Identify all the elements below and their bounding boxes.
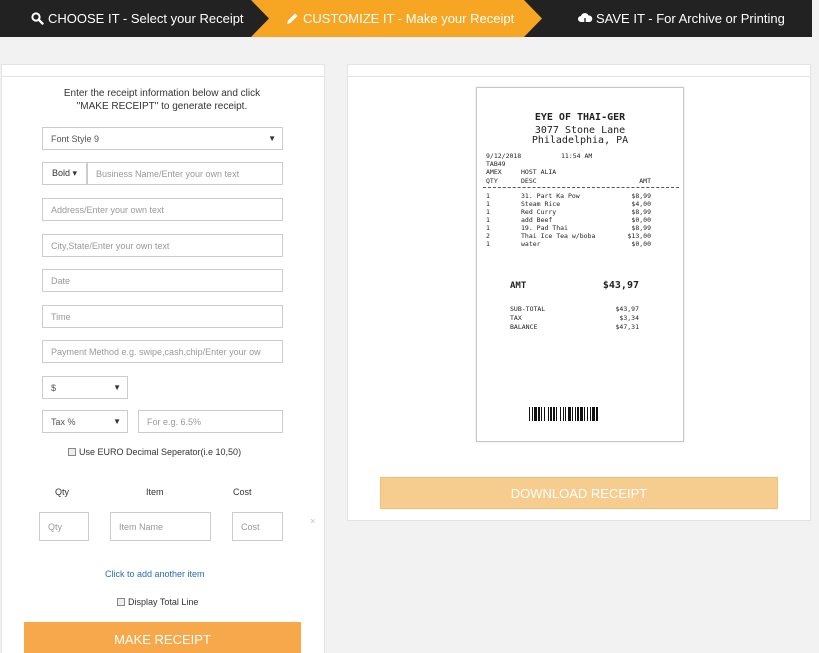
remove-item-icon[interactable]: × (310, 516, 315, 526)
city-state-input[interactable]: City,State/Enter your own text (42, 234, 283, 257)
total-line-checkbox[interactable] (117, 598, 125, 606)
receipt-item-desc: Red Curry (521, 208, 557, 216)
receipt-desc-header: DESC (521, 177, 537, 185)
receipt-item-amt: $4,00 (631, 200, 651, 208)
item-column-header: Item (146, 487, 164, 497)
instructions-line-2: "MAKE RECEIPT" to generate receipt. (76, 101, 248, 112)
search-icon (28, 10, 46, 28)
total-line-option[interactable]: Display Total Line (117, 597, 198, 607)
currency-value: $ (51, 382, 57, 393)
steps-bar: CHOOSE IT - Select your Receipt CUSTOMIZ… (0, 0, 812, 37)
step-save[interactable]: SAVE IT - For Archive or Printing (542, 0, 812, 37)
payment-method-input[interactable]: Payment Method e.g. swipe,cash,chip/Ente… (42, 340, 283, 363)
receipt-item-desc: Thai Ice Tea w/boba (521, 232, 596, 240)
pencil-icon (283, 10, 301, 28)
step-choose[interactable]: CHOOSE IT - Select your Receipt (0, 0, 256, 37)
receipt-amt-header: AMT (639, 177, 651, 185)
receipt-item-amt: $13,00 (627, 232, 651, 240)
euro-separator-checkbox[interactable] (68, 448, 76, 456)
receipt-item-desc: 19. Pad Thai (521, 224, 568, 232)
receipt-item-qty: 1 (486, 192, 490, 200)
download-receipt-button[interactable]: DOWNLOAD RECEIPT (380, 477, 778, 509)
receipt-item-desc: add Beef (521, 216, 553, 224)
receipt-date: 9/12/2018 (486, 152, 522, 160)
receipt-item-amt: $8,99 (631, 208, 651, 216)
font-weight-dropdown[interactable]: Bold ▾ (42, 162, 87, 185)
receipt-tab: TAB49 (486, 160, 506, 168)
date-input[interactable]: Date (42, 269, 283, 292)
item-qty-input[interactable]: Qty (39, 512, 89, 541)
euro-separator-option[interactable]: Use EURO Decimal Seperator(i.e 10,50) (68, 447, 241, 457)
panel-divider (348, 76, 810, 77)
step-customize[interactable]: CUSTOMIZE IT - Make your Receipt (251, 0, 542, 37)
receipt-item-amt: $0,00 (631, 240, 651, 248)
qty-column-header: Qty (55, 487, 70, 497)
time-input[interactable]: Time (42, 305, 283, 328)
receipt-item-amt: $8,99 (631, 192, 651, 200)
receipt-balance-value: $47,31 (615, 323, 639, 331)
receipt-amt-label: AMT (510, 281, 527, 291)
receipt-payment: AMEX (486, 168, 502, 176)
receipt-item-desc: water (521, 240, 541, 248)
address-input[interactable]: Address/Enter your own text (42, 198, 283, 221)
receipt-tax-label: TAX (510, 314, 522, 322)
item-cost-input[interactable]: Cost (232, 512, 283, 541)
receipt-qty-header: QTY (486, 177, 498, 185)
receipt-subtotal-label: SUB-TOTAL (510, 305, 546, 313)
add-item-link[interactable]: Click to add another item (105, 569, 205, 579)
currency-select[interactable]: $ ▼ (42, 376, 128, 399)
cloud-download-icon (576, 10, 594, 28)
receipt-item-qty: 1 (486, 200, 490, 208)
receipt-balance-label: BALANCE (510, 323, 538, 331)
item-name-input[interactable]: Item Name (110, 512, 211, 541)
receipt-subtotal-value: $43,97 (615, 305, 639, 313)
receipt-city: Philadelphia, PA (531, 135, 629, 146)
receipt-item-qty: 1 (486, 216, 490, 224)
font-style-value: Font Style 9 (51, 133, 100, 144)
receipt-item-qty: 2 (486, 232, 490, 240)
business-name-input[interactable]: Business Name/Enter your own text (87, 162, 283, 185)
tax-type-select[interactable]: Tax % ▼ (42, 410, 128, 433)
receipt-host: HOST ALIA (521, 168, 557, 176)
receipt-item-amt: $0,00 (631, 216, 651, 224)
receipt-item-desc: Steam Rice (521, 200, 561, 208)
receipt-item-amt: $8,99 (631, 224, 651, 232)
receipt-amt-value: $43,97 (602, 280, 639, 291)
font-style-select[interactable]: Font Style 9 ▼ (42, 127, 283, 150)
barcode-image (529, 407, 598, 421)
tax-type-value: Tax % (51, 416, 76, 427)
receipt-item-desc: 31. Part Ka Pow (521, 192, 580, 200)
chevron-down-icon: ▼ (113, 383, 121, 392)
receipt-tax-value: $3,34 (619, 314, 639, 322)
chevron-down-icon: ▼ (268, 134, 276, 143)
receipt-preview: EYE OF THAI-GER 3077 Stone Lane Philadel… (476, 87, 684, 442)
receipt-business-name: EYE OF THAI-GER (534, 112, 626, 123)
euro-separator-label: Use EURO Decimal Seperator(i.e 10,50) (79, 447, 242, 457)
make-receipt-button[interactable]: MAKE RECEIPT (24, 622, 301, 653)
receipt-item-qty: 1 (486, 240, 490, 248)
form-instructions: Enter the receipt information below and … (40, 87, 284, 113)
step-customize-label: CUSTOMIZE IT - Make your Receipt (303, 11, 515, 26)
step-save-label: SAVE IT - For Archive or Printing (596, 11, 785, 26)
receipt-divider (483, 187, 679, 188)
step-choose-label: CHOOSE IT - Select your Receipt (48, 11, 244, 26)
panel-divider (2, 76, 324, 77)
receipt-item-qty: 1 (486, 208, 490, 216)
total-line-label: Display Total Line (128, 597, 199, 607)
tax-rate-input[interactable]: For e.g. 6.5% (138, 410, 283, 433)
instructions-line-1: Enter the receipt information below and … (63, 88, 261, 99)
receipt-time: 11:54 AM (561, 152, 593, 160)
cost-column-header: Cost (233, 487, 252, 497)
receipt-item-qty: 1 (486, 224, 490, 232)
chevron-down-icon: ▼ (113, 417, 121, 426)
